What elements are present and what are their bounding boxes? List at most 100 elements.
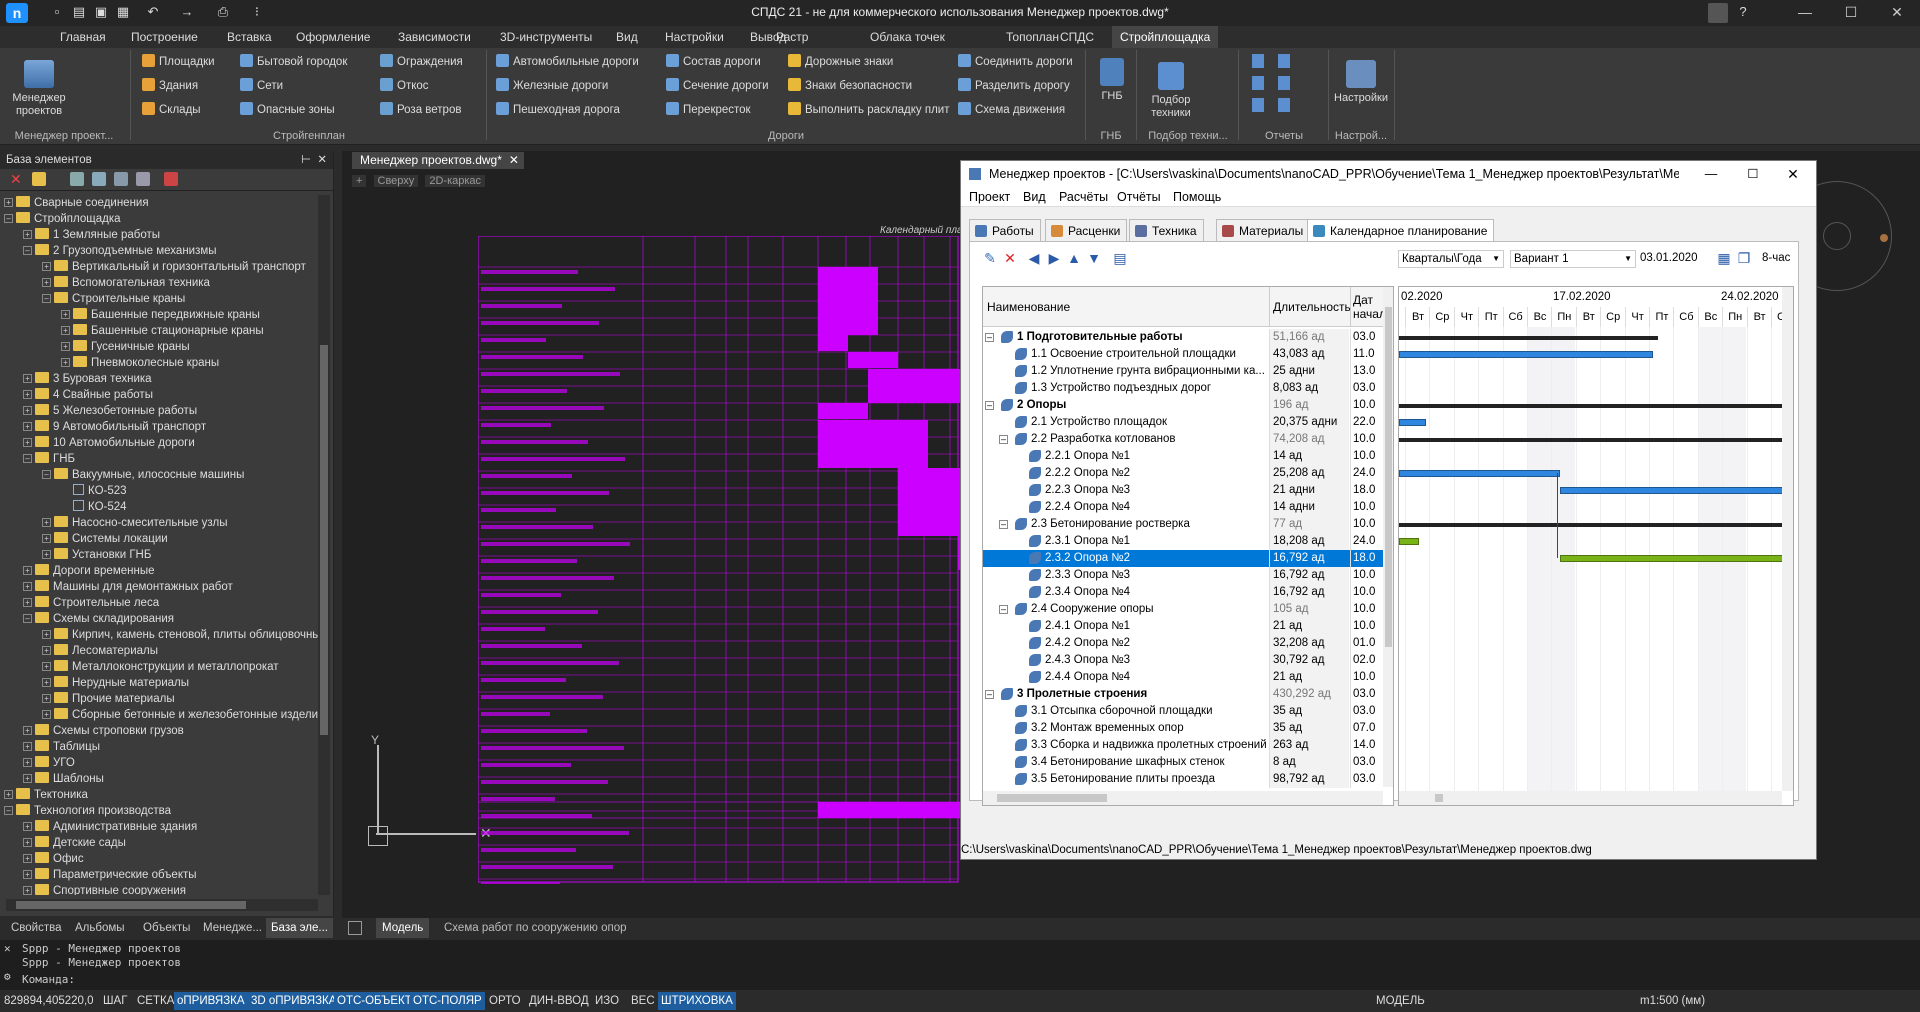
- pm-maximize-button[interactable]: ☐: [1738, 161, 1768, 187]
- expand-icon[interactable]: +: [23, 870, 32, 879]
- collapse-icon[interactable]: –: [985, 333, 994, 342]
- tree-node[interactable]: + Шаблоны: [23, 771, 104, 787]
- ribbon-tab[interactable]: Настройки: [665, 26, 724, 48]
- folder-open-icon[interactable]: [32, 172, 46, 186]
- tree-node[interactable]: + Офис: [23, 851, 84, 867]
- tree-node[interactable]: +9 Автомобильный транспорт: [23, 419, 206, 435]
- status-toggle[interactable]: 3D оПРИВЯЗКА: [248, 992, 340, 1010]
- gantt-task-bar[interactable]: [1560, 555, 1790, 562]
- expand-icon[interactable]: +: [42, 518, 51, 527]
- tree-node[interactable]: +5 Железобетонные работы: [23, 403, 197, 419]
- expand-icon[interactable]: +: [42, 262, 51, 271]
- status-toggle[interactable]: ВЕС: [628, 992, 658, 1010]
- tree-node[interactable]: + Машины для демонтажных работ: [23, 579, 233, 595]
- expand-icon[interactable]: +: [61, 326, 70, 335]
- tree-node[interactable]: + Башенные передвижные краны: [61, 307, 260, 323]
- quick-access-menu-icon[interactable]: ⁝: [248, 3, 266, 21]
- pm-menu-item[interactable]: Отчёты: [1117, 187, 1161, 207]
- task-row[interactable]: 2.2.3 Опора №3 21 адни 18.0: [983, 482, 1383, 499]
- tool-icon-5[interactable]: [114, 172, 128, 186]
- tree-node[interactable]: + Вспомогательная техника: [42, 275, 210, 291]
- task-row[interactable]: 2.1 Устройство площадок 20,375 адни 22.0: [983, 414, 1383, 431]
- tree-node[interactable]: + Нерудные материалы: [42, 675, 189, 691]
- layout-list-icon[interactable]: [348, 921, 362, 935]
- left-panel-tab[interactable]: База эле...: [266, 918, 333, 938]
- grid-vscroll[interactable]: [1383, 287, 1393, 787]
- ribbon-item[interactable]: Знаки безопасности: [788, 77, 912, 95]
- status-toggle[interactable]: ОТС-ПОЛЯР: [410, 992, 485, 1010]
- pm-menu-item[interactable]: Вид: [1023, 187, 1046, 207]
- pm-menu-item[interactable]: Проект: [969, 187, 1010, 207]
- expand-icon[interactable]: +: [61, 342, 70, 351]
- tree-node[interactable]: – Технология производства: [4, 803, 171, 819]
- equipment-selection-button[interactable]: Подбор техники: [1140, 62, 1202, 120]
- expand-icon[interactable]: +: [42, 646, 51, 655]
- expand-icon[interactable]: +: [23, 838, 32, 847]
- model-indicator[interactable]: МОДЕЛЬ: [1376, 990, 1425, 1012]
- ribbon-item[interactable]: Дорожные знаки: [788, 53, 893, 71]
- collapse-icon[interactable]: –: [999, 435, 1008, 444]
- gantt-vscroll[interactable]: [1782, 287, 1793, 791]
- save-as-icon[interactable]: ▦: [114, 3, 132, 21]
- redo-icon[interactable]: →: [178, 3, 196, 21]
- expand-icon[interactable]: +: [23, 774, 32, 783]
- pm-menu-item[interactable]: Расчёты: [1059, 187, 1108, 207]
- left-panel-tab[interactable]: Объекты: [138, 918, 195, 938]
- ribbon-tab[interactable]: Построение: [131, 26, 198, 48]
- task-row[interactable]: 3.5 Бетонирование плиты проезда 98,792 ад…: [983, 771, 1383, 788]
- task-row[interactable]: 3.1 Отсыпка сборочной площадки 35 ад 03.0: [983, 703, 1383, 720]
- col-name-header[interactable]: Наименование: [983, 287, 1269, 327]
- task-row[interactable]: 2.4.2 Опора №2 32,208 ад 01.0: [983, 635, 1383, 652]
- ribbon-item[interactable]: Склады: [142, 101, 201, 119]
- tool-icon-7[interactable]: [164, 172, 178, 186]
- task-row[interactable]: 2.2.1 Опора №1 14 ад 10.0: [983, 448, 1383, 465]
- pm-tab[interactable]: Материалы: [1216, 219, 1311, 241]
- grid-hscroll[interactable]: [983, 791, 1383, 805]
- reports-icons[interactable]: [1252, 54, 1302, 120]
- ribbon-item[interactable]: Автомобильные дороги: [496, 53, 639, 71]
- task-row[interactable]: 3.2 Монтаж временных опор 35 ад 07.0: [983, 720, 1383, 737]
- tree-node[interactable]: КО-524: [61, 499, 127, 515]
- tree-node[interactable]: + Административные здания: [23, 819, 197, 835]
- tree-node[interactable]: + Прочие материалы: [42, 691, 175, 707]
- task-row[interactable]: – 2.4 Сооружение опоры 105 ад 10.0: [983, 601, 1383, 618]
- cmd-settings-icon[interactable]: ⚙: [4, 970, 11, 983]
- tree-node[interactable]: + Сборные бетонные и железобетонные издел…: [42, 707, 318, 723]
- task-row[interactable]: 1.3 Устройство подъездных дорог 8,083 ад 0…: [983, 380, 1383, 397]
- task-row[interactable]: 2.4.4 Опора №4 21 ад 10.0: [983, 669, 1383, 686]
- tree-node[interactable]: + Сварные соединения: [4, 195, 149, 211]
- expand-icon[interactable]: +: [23, 742, 32, 751]
- status-toggle[interactable]: ШАГ: [100, 992, 130, 1010]
- ribbon-item[interactable]: Пешеходная дорога: [496, 101, 620, 119]
- ribbon-item[interactable]: Бытовой городок: [240, 53, 347, 71]
- tool-icon-4[interactable]: [92, 172, 106, 186]
- tool-icon-3[interactable]: [70, 172, 84, 186]
- tree-node[interactable]: + Дороги временные: [23, 563, 154, 579]
- expand-icon[interactable]: +: [42, 710, 51, 719]
- pm-tab[interactable]: Техника: [1129, 219, 1204, 241]
- close-button[interactable]: ✕: [1874, 0, 1920, 26]
- task-row[interactable]: 3.3 Сборка и надвижка пролетных строений…: [983, 737, 1383, 754]
- ribbon-item[interactable]: Здания: [142, 77, 198, 95]
- tree-scrollbar[interactable]: [318, 195, 330, 895]
- expand-icon[interactable]: +: [42, 630, 51, 639]
- ribbon-item[interactable]: Перекресток: [666, 101, 751, 119]
- ribbon-item[interactable]: Опасные зоны: [240, 101, 335, 119]
- task-row[interactable]: 3.4 Бетонирование шкафных стенок 8 ад 03.0: [983, 754, 1383, 771]
- ribbon-tab[interactable]: Оформление: [296, 26, 370, 48]
- calendar-table-icon[interactable]: ▤: [1112, 250, 1128, 266]
- ribbon-item[interactable]: Состав дороги: [666, 53, 761, 71]
- ribbon-item[interactable]: Сечение дороги: [666, 77, 769, 95]
- arrow-down-icon[interactable]: ▼: [1086, 250, 1102, 266]
- tree-node[interactable]: + Лесоматериалы: [42, 643, 158, 659]
- pm-minimize-button[interactable]: —: [1696, 161, 1726, 187]
- task-row[interactable]: – 2 Опоры 196 ад 10.0: [983, 397, 1383, 414]
- gantt-task-bar[interactable]: [1399, 470, 1561, 477]
- task-row[interactable]: 2.3.3 Опора №3 16,792 ад 10.0: [983, 567, 1383, 584]
- view-plus[interactable]: +: [352, 175, 367, 187]
- expand-icon[interactable]: +: [23, 598, 32, 607]
- tree-node[interactable]: + Насосно-смесительные узлы: [42, 515, 227, 531]
- date-field[interactable]: 03.01.2020: [1640, 250, 1718, 268]
- task-row[interactable]: – 1 Подготовительные работы 51,166 ад 03.0: [983, 329, 1383, 346]
- expand-icon[interactable]: +: [61, 358, 70, 367]
